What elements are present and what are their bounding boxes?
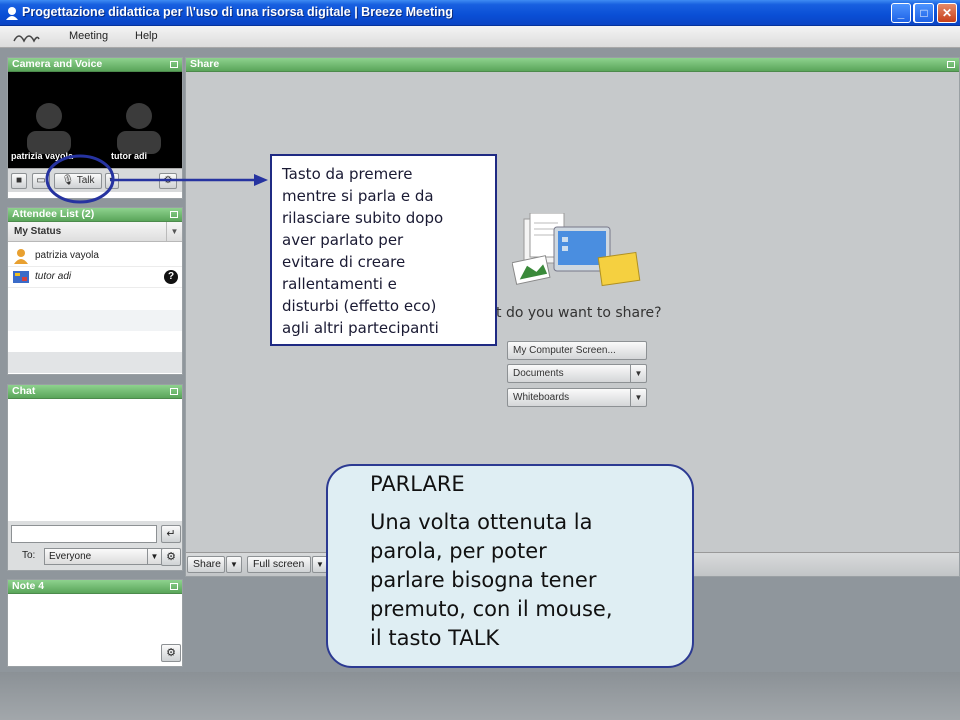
question-badge-icon: ? [164, 270, 178, 284]
host-icon [14, 249, 28, 264]
empty-row [8, 310, 182, 331]
chevron-down-icon: ▼ [166, 222, 182, 241]
pod-options-icon[interactable] [170, 388, 178, 395]
pod-options-icon[interactable] [947, 61, 955, 68]
breeze-app-icon [6, 7, 18, 20]
my-computer-screen-button[interactable]: My Computer Screen... [507, 341, 647, 360]
attendee-row[interactable]: patrizia vayola [8, 246, 182, 267]
pod-title: Attendee List (2) [12, 208, 95, 220]
pod-header: Share [186, 58, 959, 72]
stop-icon[interactable]: ■ [11, 173, 27, 189]
camera-name-1: patrizia vayola [11, 151, 74, 161]
pod-header: Attendee List (2) [8, 208, 182, 222]
bubble-title: PARLARE [370, 472, 465, 496]
my-status-dropdown[interactable]: My Status ▼ [8, 222, 182, 242]
title-bar: Progettazione didattica per l\'uso di un… [0, 0, 960, 26]
option-label: Documents [513, 368, 564, 379]
camera-name-2: tutor adi [111, 151, 147, 161]
attendee-list-pod: Attendee List (2) My Status ▼ patrizia v… [7, 207, 183, 375]
window-title: Progettazione didattica per l\'uso di un… [22, 5, 453, 19]
pod-title: Camera and Voice [12, 58, 103, 70]
chevron-down-icon: ▼ [630, 389, 646, 406]
pod-header: Camera and Voice [8, 58, 182, 72]
pod-options-icon[interactable] [170, 211, 178, 218]
pod-header: Chat [8, 385, 182, 399]
settings-gear-icon[interactable]: ⚙ [161, 644, 181, 662]
menu-help[interactable]: Help [135, 30, 158, 42]
participant-avatar-icon [27, 103, 71, 154]
attendee-name: tutor adi [35, 271, 72, 282]
speaking-instruction-bubble: PARLARE Una volta ottenuta la parola, pe… [326, 464, 694, 668]
participant-icon [13, 271, 29, 283]
menu-bar: Meeting Help [0, 26, 960, 48]
menu-meeting[interactable]: Meeting [69, 30, 108, 42]
attendee-row[interactable]: tutor adi ? [8, 267, 182, 288]
talk-dropdown-icon[interactable]: ▾ [105, 173, 119, 189]
chevron-down-icon[interactable]: ▼ [226, 556, 242, 573]
share-button[interactable]: Share [187, 556, 225, 573]
pod-title: Share [190, 58, 220, 70]
participant-avatar-icon [117, 103, 161, 154]
callout-text: Tasto da premere mentre si parla e da ri… [282, 165, 444, 337]
talk-label: Talk [76, 175, 95, 186]
pod-options-icon[interactable] [170, 61, 178, 68]
settings-gear-icon[interactable]: ⚙ [159, 173, 177, 189]
full-screen-button[interactable]: Full screen [247, 556, 311, 573]
camera-toolbar: ■ ▭ 🎙 Talk ▾ ⚙ [8, 168, 182, 192]
breeze-logo-icon [13, 35, 40, 43]
chat-pod: Chat ↵ To: Everyone ▼ ⚙ [7, 384, 183, 571]
share-question: t do you want to share? [496, 305, 662, 321]
send-icon[interactable]: ↵ [161, 525, 181, 543]
bubble-body: Una volta ottenuta la parola, per poter … [370, 510, 613, 650]
status-strip [0, 672, 960, 720]
pod-header: Note 4 [8, 580, 182, 594]
settings-gear-icon[interactable]: ⚙ [161, 548, 181, 566]
talk-button[interactable]: 🎙 Talk [54, 173, 102, 189]
pod-title: Note 4 [12, 580, 45, 592]
chevron-down-icon: ▼ [630, 365, 646, 382]
microphone-icon: 🎙 [61, 175, 75, 186]
whiteboards-dropdown[interactable]: Whiteboards ▼ [507, 388, 647, 407]
pod-title: Chat [12, 385, 36, 397]
instruction-callout: Tasto da premere mentre si parla e da ri… [270, 154, 497, 346]
option-label: Whiteboards [513, 392, 570, 403]
camera-area: patrizia vayola tutor adi [8, 72, 182, 168]
camera-voice-pod: Camera and Voice patrizia vayola tutor a… [7, 57, 183, 199]
my-status-label: My Status [14, 226, 62, 237]
attendee-name: patrizia vayola [35, 250, 99, 261]
chat-recipient-select[interactable]: Everyone ▼ [44, 548, 162, 565]
documents-dropdown[interactable]: Documents ▼ [507, 364, 647, 383]
share-illustration-icon [512, 213, 641, 287]
camera-icon[interactable]: ▭ [32, 173, 50, 189]
note-pod: Note 4 ⚙ [7, 579, 183, 667]
empty-row [8, 352, 182, 373]
chevron-down-icon: ▼ [147, 549, 161, 564]
chat-to-label: To: [22, 550, 36, 561]
maximize-button[interactable]: □ [914, 3, 934, 23]
pod-options-icon[interactable] [170, 583, 178, 590]
recipient-value: Everyone [49, 551, 92, 562]
option-label: My Computer Screen... [513, 345, 616, 356]
chat-message-input[interactable] [11, 525, 157, 543]
minimize-window-button[interactable]: _ [891, 3, 911, 23]
close-window-button[interactable]: ✕ [937, 3, 957, 23]
